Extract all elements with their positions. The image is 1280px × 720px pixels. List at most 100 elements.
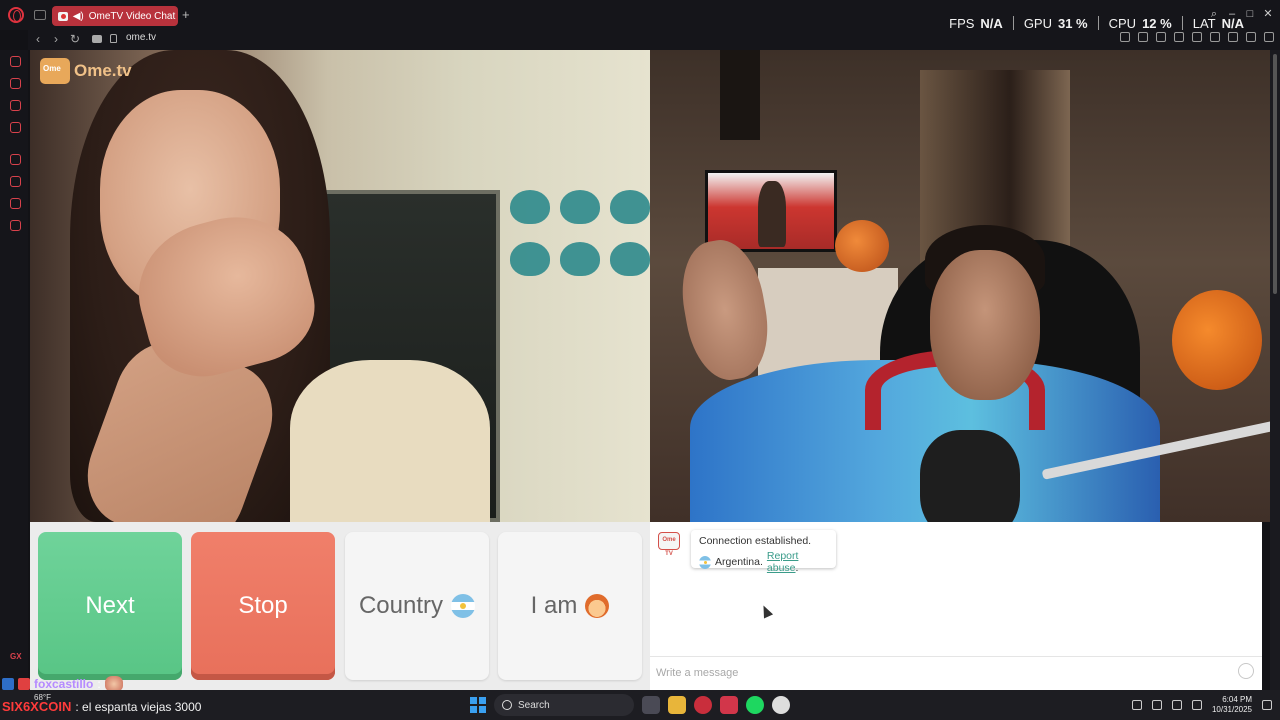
next-label: Next: [85, 592, 135, 619]
message-composer: [650, 656, 1262, 686]
iam-label: I am: [530, 592, 578, 619]
taskbar-search[interactable]: Search: [494, 694, 634, 716]
performance-overlay: FPS N/A GPU 31 % CPU 12 % LAT N/A: [939, 16, 1254, 31]
chat-message: : el espanta viejas 3000: [75, 699, 202, 714]
argentina-flag-icon: [451, 594, 476, 618]
stat-label: FPS: [949, 16, 975, 31]
title-bar: ◀) OmeTV Video Chat -... + FPS N/A GPU 31 …: [0, 0, 1280, 31]
m-icon[interactable]: [10, 122, 21, 133]
person-sleeve: [290, 360, 490, 522]
country-line: Argentina. Report abuse.: [699, 550, 828, 574]
emoji-icon[interactable]: [1238, 663, 1254, 679]
snapshot-icon[interactable]: [1138, 32, 1148, 42]
spotify-icon[interactable]: [746, 696, 764, 714]
weather-label: 68°F: [34, 693, 51, 702]
badge-icon: [18, 678, 30, 690]
page-scrollbar[interactable]: [1270, 50, 1280, 690]
microphone: [920, 430, 1020, 522]
message-input[interactable]: [656, 663, 1216, 683]
scrollbar-thumb[interactable]: [1273, 54, 1277, 294]
settings-icon[interactable]: [10, 220, 21, 231]
bird-decal: [560, 190, 600, 224]
report-abuse-link[interactable]: Report abuse: [767, 550, 799, 574]
history-icon[interactable]: [10, 176, 21, 187]
ometv-logo-text: Ome.tv: [74, 61, 132, 80]
t-app-icon[interactable]: [720, 696, 738, 714]
volume-icon[interactable]: [1191, 700, 1202, 710]
opera-gx-icon[interactable]: [694, 696, 712, 714]
extensions-icon[interactable]: [10, 198, 21, 209]
ometv-watermark: Ome.tv: [40, 58, 132, 84]
file-explorer-icon[interactable]: [668, 696, 686, 714]
close-icon[interactable]: ✕: [1262, 8, 1274, 20]
chevron-up-icon[interactable]: [1131, 700, 1142, 710]
ometv-logo-icon: [40, 58, 70, 84]
minimize-icon[interactable]: –: [1226, 8, 1238, 20]
ometv-favicon-icon: [58, 11, 68, 21]
app-icon[interactable]: [772, 696, 790, 714]
next-button[interactable]: Next: [38, 532, 182, 680]
report-suffix: .: [795, 562, 799, 574]
forward-icon[interactable]: ›: [54, 32, 58, 46]
reload-icon[interactable]: ↻: [70, 32, 80, 46]
pumpkin: [1172, 290, 1262, 390]
network-icon[interactable]: [1171, 700, 1182, 710]
stat-value: 12 %: [1142, 16, 1172, 31]
clock-date: 10/31/2025: [1211, 705, 1252, 714]
connection-status: Connection established.: [699, 535, 812, 547]
gx-label[interactable]: GX: [10, 652, 22, 661]
stream-chat-line: SIX6XCOIN : el espanta viejas 3000: [2, 699, 201, 714]
stat-fps: FPS N/A: [939, 16, 1013, 31]
bag-icon[interactable]: [10, 78, 21, 89]
heart-icon[interactable]: [1192, 32, 1202, 42]
toolbar-icons: [1120, 32, 1274, 42]
opera-logo-icon[interactable]: [8, 7, 24, 23]
refresh-icon[interactable]: [10, 56, 21, 67]
notification-icon[interactable]: [1262, 700, 1272, 710]
stranger-country: Argentina.: [715, 556, 763, 568]
wall-decals: [510, 190, 650, 276]
search-icon[interactable]: ⌕: [1208, 8, 1220, 20]
download-icon[interactable]: [1246, 32, 1256, 42]
system-message: Connection established. Argentina. Repor…: [691, 530, 836, 574]
video-popout-icon[interactable]: [1174, 32, 1184, 42]
microphone-icon[interactable]: [1151, 700, 1162, 710]
play-icon[interactable]: [10, 154, 21, 165]
camera-icon[interactable]: [92, 35, 102, 43]
menu-icon[interactable]: [1264, 32, 1274, 42]
gamepad-icon[interactable]: [1210, 32, 1220, 42]
windows-start-icon[interactable]: [470, 697, 486, 713]
search-label: Search: [518, 699, 550, 711]
maximize-icon[interactable]: □: [1244, 8, 1256, 20]
bird-decal: [560, 242, 600, 276]
clock[interactable]: 6:04 PM 10/31/2025: [1212, 695, 1252, 715]
lamp: [720, 50, 760, 140]
stop-button[interactable]: Stop: [191, 532, 335, 680]
gender-button[interactable]: I am: [498, 532, 642, 680]
ometv-logo-icon: Ome TV: [658, 532, 680, 557]
taskbar: SIX6XCOIN : el espanta viejas 3000 68°F …: [0, 690, 1280, 720]
stat-label: GPU: [1023, 16, 1052, 31]
speaker-icon[interactable]: ◀): [73, 11, 84, 22]
self-video: [650, 50, 1270, 522]
clock-time: 6:04 PM: [1222, 695, 1252, 704]
system-tray: 6:04 PM 10/31/2025: [1131, 695, 1272, 715]
box-icon[interactable]: [10, 100, 21, 111]
task-view-icon[interactable]: [642, 696, 660, 714]
url-field[interactable]: ome.tv: [126, 32, 156, 43]
bird-decal: [510, 242, 550, 276]
tab-islands-icon[interactable]: [34, 10, 46, 20]
extensions-icon[interactable]: [1228, 32, 1238, 42]
stat-value: N/A: [980, 16, 1003, 31]
shield-icon[interactable]: [1156, 32, 1166, 42]
country-button[interactable]: Country: [345, 532, 489, 680]
argentina-flag-icon: [699, 555, 712, 569]
new-tab-button[interactable]: +: [182, 7, 190, 22]
sidebar: GX: [0, 50, 28, 690]
chat-panel: Ome TV Connection established. Argentina…: [650, 522, 1262, 690]
pin-icon[interactable]: [1120, 32, 1130, 42]
lock-icon[interactable]: [110, 34, 117, 43]
mouse-cursor-icon: [758, 603, 774, 619]
back-icon[interactable]: ‹: [36, 32, 40, 46]
tab-ometv[interactable]: ◀) OmeTV Video Chat -...: [52, 6, 178, 26]
